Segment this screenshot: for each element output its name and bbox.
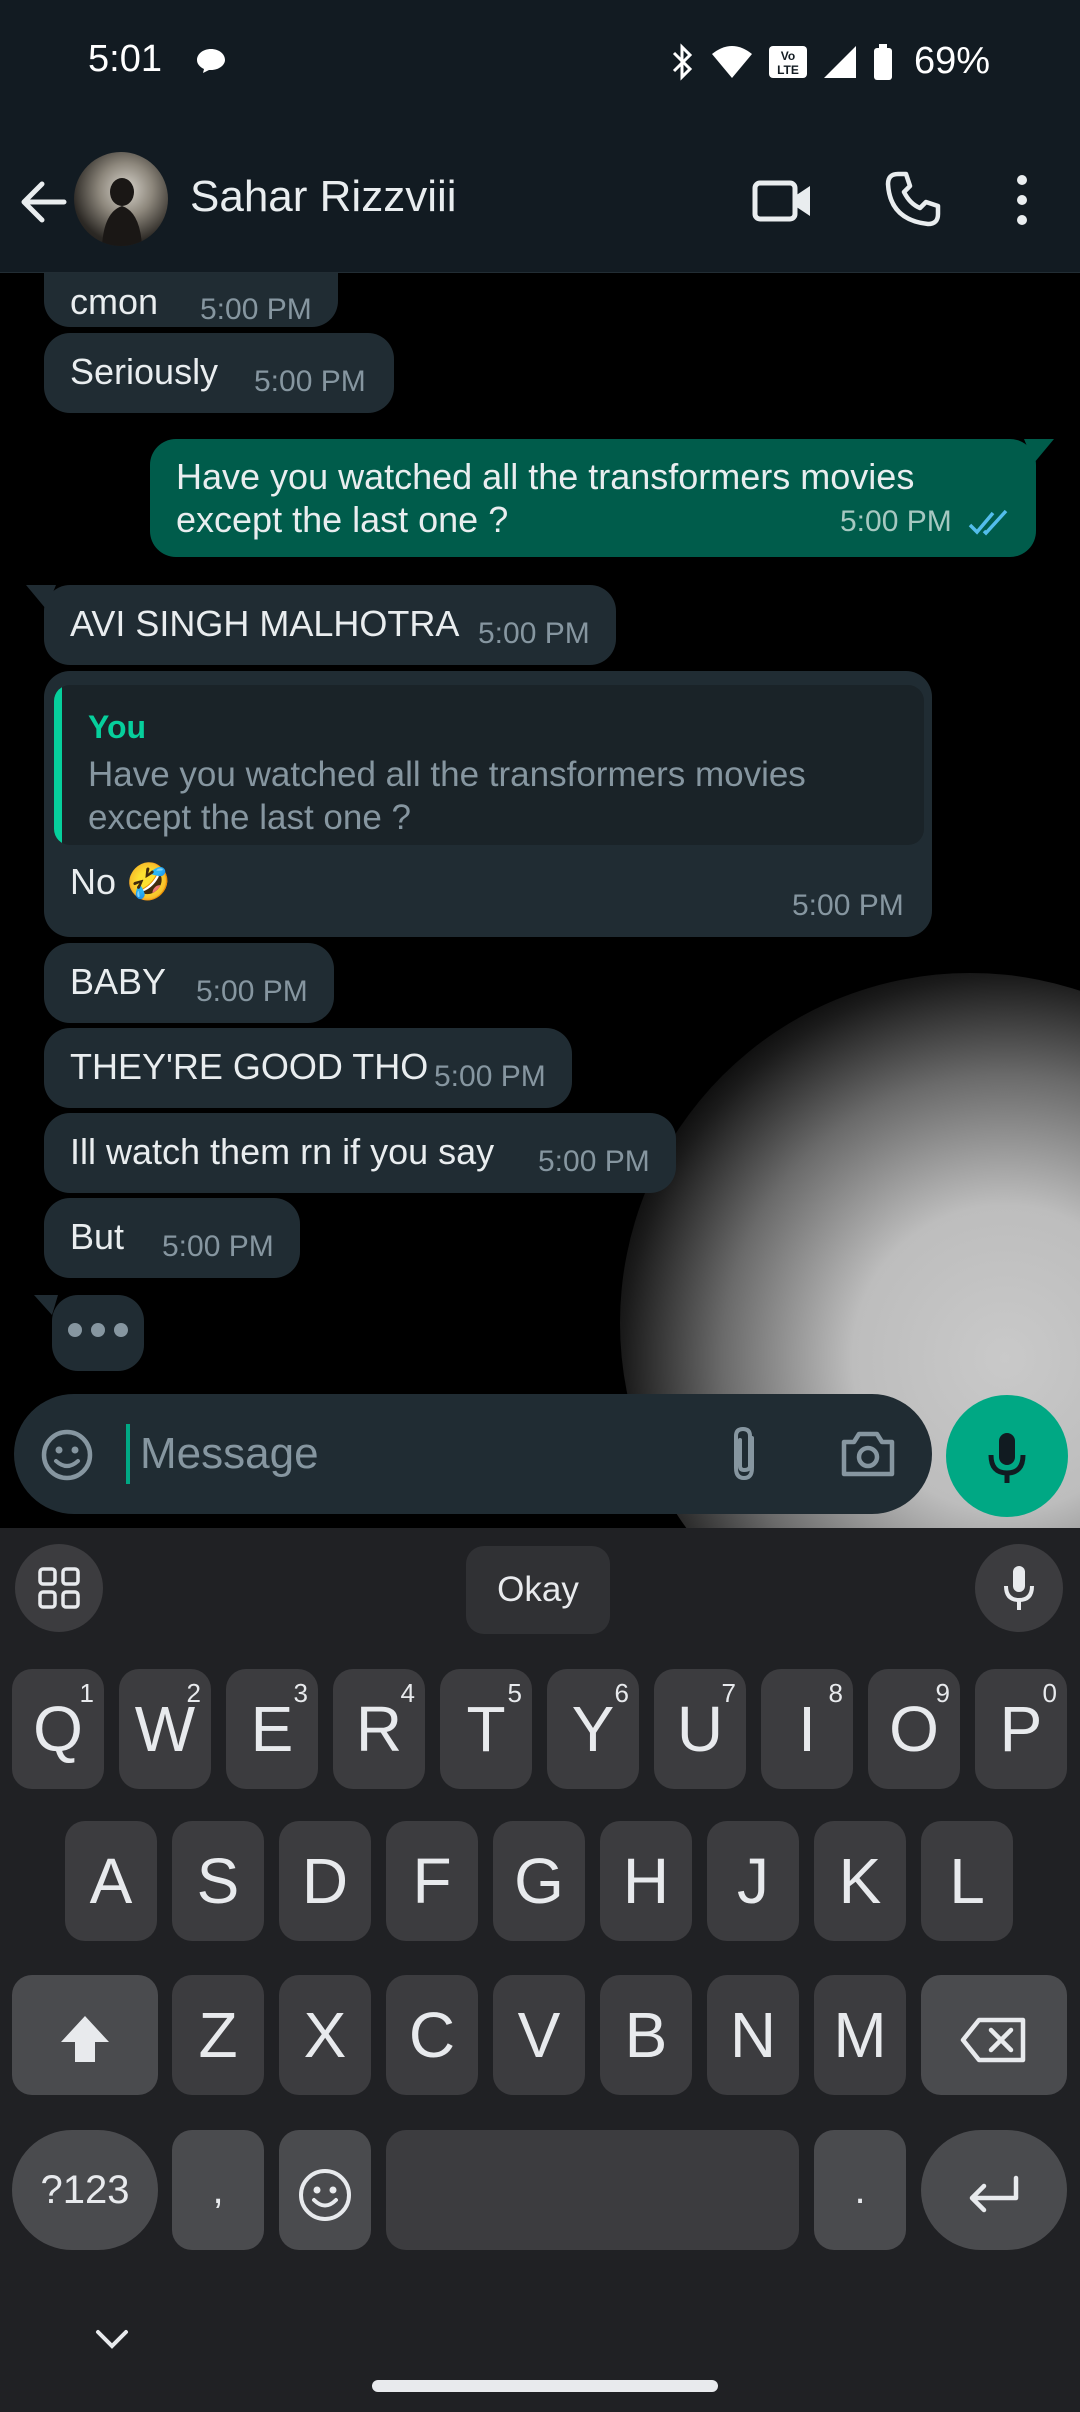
key-j[interactable]: J: [707, 1821, 799, 1941]
key-p[interactable]: P0: [975, 1669, 1067, 1789]
outgoing-bubble-tail: [1024, 439, 1054, 463]
contact-name[interactable]: Sahar Rizzviii: [190, 172, 457, 222]
emoji-icon: [299, 2169, 351, 2222]
period-key[interactable]: .: [814, 2130, 906, 2250]
chat-notification-icon: [197, 49, 225, 73]
key-h[interactable]: H: [600, 1821, 692, 1941]
status-icons: Vo LTE 69%: [670, 40, 990, 83]
bluetooth-icon: [672, 42, 693, 81]
key-u[interactable]: U7: [654, 1669, 746, 1789]
key-g[interactable]: G: [493, 1821, 585, 1941]
key-i[interactable]: I8: [761, 1669, 853, 1789]
message-input[interactable]: Message: [140, 1429, 319, 1479]
attach-icon[interactable]: [722, 1424, 766, 1484]
key-y[interactable]: Y6: [547, 1669, 639, 1789]
reply-message[interactable]: You Have you watched all the transformer…: [44, 671, 932, 937]
incoming-message[interactable]: THEY'RE GOOD THO 5:00 PM: [44, 1028, 572, 1108]
shift-icon: [61, 2016, 109, 2063]
key-f[interactable]: F: [386, 1821, 478, 1941]
incoming-bubble-tail: [26, 585, 56, 609]
microphone-icon: [1004, 1566, 1034, 1610]
typing-dot: [91, 1323, 105, 1337]
voice-call-icon[interactable]: [884, 170, 942, 228]
soft-keyboard: Okay Q1 W2 E3 R4 T5 Y6 U7 I8 O9 P0 A S D…: [0, 1528, 1080, 2412]
microphone-icon: [988, 1433, 1026, 1483]
key-a[interactable]: A: [65, 1821, 157, 1941]
key-z[interactable]: Z: [172, 1975, 264, 2095]
hide-keyboard-icon[interactable]: [92, 2326, 132, 2352]
svg-text:LTE: LTE: [777, 63, 799, 77]
backspace-icon: [960, 2017, 1026, 2063]
key-v[interactable]: V: [493, 1975, 585, 2095]
quote-text: Have you watched all the transformers mo…: [88, 755, 806, 837]
key-t[interactable]: T5: [440, 1669, 532, 1789]
key-m[interactable]: M: [814, 1975, 906, 2095]
status-time: 5:01: [88, 38, 162, 80]
key-e[interactable]: E3: [226, 1669, 318, 1789]
key-w[interactable]: W2: [119, 1669, 211, 1789]
quote-accent-bar: [54, 685, 62, 845]
quote-author: You: [88, 709, 147, 745]
video-call-icon[interactable]: [752, 178, 814, 224]
keyboard-menu-button[interactable]: [15, 1544, 103, 1632]
signal-icon: [823, 45, 856, 78]
key-k[interactable]: K: [814, 1821, 906, 1941]
message-list[interactable]: cmon 5:00 PM Seriously 5:00 PM Have you …: [0, 273, 1080, 1528]
incoming-message[interactable]: AVI SINGH MALHOTRA 5:00 PM: [44, 585, 616, 665]
back-arrow-icon[interactable]: [20, 172, 68, 232]
camera-icon[interactable]: [840, 1428, 896, 1478]
contact-avatar[interactable]: [74, 152, 168, 246]
suggestion-chip[interactable]: Okay: [466, 1546, 610, 1634]
key-q[interactable]: Q1: [12, 1669, 104, 1789]
typing-bubble-tail: [34, 1295, 58, 1315]
incoming-message[interactable]: cmon 5:00 PM: [44, 273, 338, 327]
incoming-message[interactable]: But 5:00 PM: [44, 1198, 300, 1278]
keyboard-voice-button[interactable]: [975, 1544, 1063, 1632]
backspace-key[interactable]: [921, 1975, 1067, 2095]
incoming-message[interactable]: Ill watch them rn if you say 5:00 PM: [44, 1113, 676, 1193]
emoji-icon[interactable]: [40, 1428, 94, 1482]
key-o[interactable]: O9: [868, 1669, 960, 1789]
message-composer[interactable]: Message: [14, 1394, 932, 1514]
svg-text:Vo: Vo: [781, 49, 795, 63]
key-c[interactable]: C: [386, 1975, 478, 2095]
typing-dot: [68, 1323, 82, 1337]
quoted-message[interactable]: You Have you watched all the transformer…: [54, 685, 924, 845]
battery-percentage: 69%: [913, 40, 990, 82]
shift-key[interactable]: [12, 1975, 158, 2095]
outgoing-message[interactable]: Have you watched all the transformers mo…: [150, 439, 1036, 557]
status-bar: 5:01 Vo LTE 69%: [0, 0, 1080, 130]
emoji-key[interactable]: [279, 2130, 371, 2250]
chat-header: Sahar Rizzviii: [0, 130, 1080, 273]
avatar-figure-icon: [102, 178, 142, 246]
key-n[interactable]: N: [707, 1975, 799, 2095]
key-r[interactable]: R4: [333, 1669, 425, 1789]
gesture-nav-handle[interactable]: [372, 2380, 718, 2392]
comma-key[interactable]: ,: [172, 2130, 264, 2250]
key-s[interactable]: S: [172, 1821, 264, 1941]
enter-key[interactable]: [921, 2130, 1067, 2250]
key-b[interactable]: B: [600, 1975, 692, 2095]
enter-icon: [969, 2175, 1019, 2213]
key-d[interactable]: D: [279, 1821, 371, 1941]
more-options-icon[interactable]: [1004, 170, 1040, 230]
incoming-message[interactable]: BABY 5:00 PM: [44, 943, 334, 1023]
voice-record-button[interactable]: [946, 1395, 1068, 1517]
incoming-message[interactable]: Seriously 5:00 PM: [44, 333, 394, 413]
key-x[interactable]: X: [279, 1975, 371, 2095]
grid-icon: [38, 1567, 80, 1609]
key-l[interactable]: L: [921, 1821, 1013, 1941]
volte-icon: Vo LTE: [768, 45, 807, 78]
text-cursor: [126, 1424, 130, 1484]
space-key[interactable]: [386, 2130, 799, 2250]
battery-icon: [873, 43, 892, 80]
symbols-key[interactable]: ?123: [12, 2130, 158, 2250]
read-receipt-icon: [968, 509, 1008, 536]
typing-dot: [114, 1323, 128, 1337]
wifi-icon: [711, 45, 752, 78]
typing-indicator: [52, 1295, 144, 1371]
